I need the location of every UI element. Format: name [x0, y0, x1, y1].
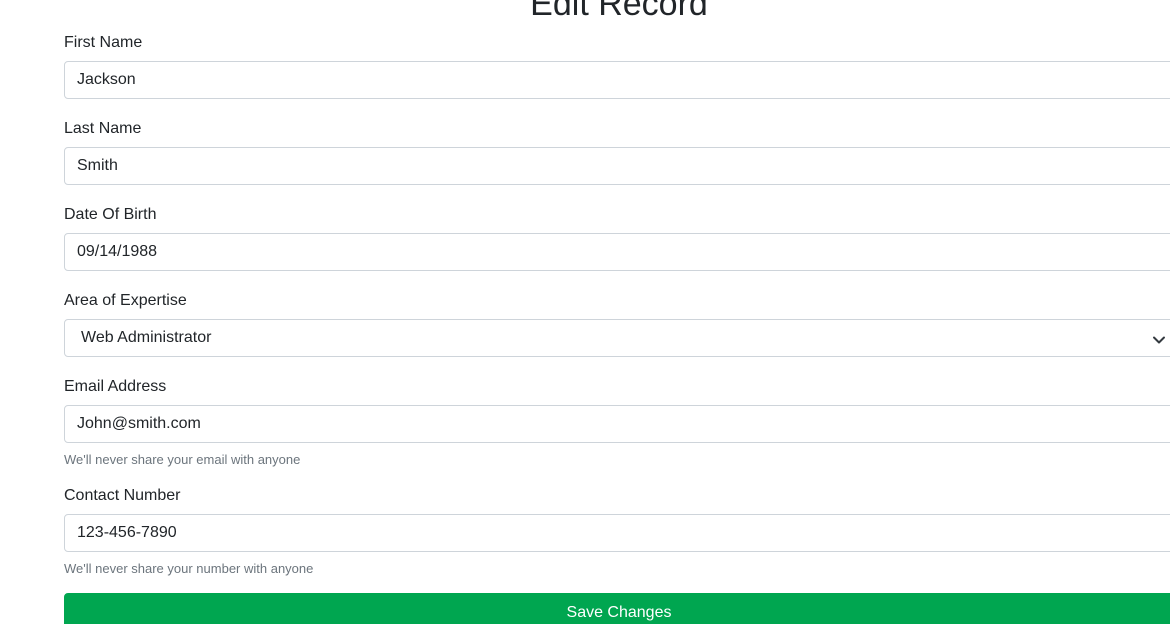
last-name-input[interactable]: [64, 147, 1170, 185]
email-label: Email Address: [64, 378, 167, 395]
save-changes-button[interactable]: Save Changes: [64, 593, 1170, 624]
area-of-expertise-group: Area of Expertise Web Administrator: [64, 291, 1170, 357]
date-of-birth-label: Date Of Birth: [64, 206, 157, 223]
contact-number-input[interactable]: [64, 514, 1170, 552]
contact-number-group: Contact Number We'll never share your nu…: [64, 486, 1170, 576]
chevron-down-icon[interactable]: [1152, 333, 1166, 347]
contact-number-label: Contact Number: [64, 487, 181, 504]
page-title: Edit Record: [530, 0, 708, 23]
first-name-input[interactable]: [64, 61, 1170, 99]
date-of-birth-input[interactable]: [64, 233, 1170, 271]
area-of-expertise-label: Area of Expertise: [64, 292, 187, 309]
email-input[interactable]: [64, 405, 1170, 443]
area-of-expertise-selected-value: Web Administrator: [81, 329, 212, 346]
area-of-expertise-select[interactable]: Web Administrator: [64, 319, 1170, 357]
last-name-label: Last Name: [64, 120, 142, 137]
email-group: Email Address We'll never share your ema…: [64, 377, 1170, 467]
edit-record-page: Edit Record First Name Last Name Date Of…: [0, 0, 1170, 624]
first-name-group: First Name: [64, 33, 1170, 99]
first-name-label: First Name: [64, 34, 143, 51]
contact-number-help-text: We'll never share your number with anyon…: [64, 561, 314, 576]
last-name-group: Last Name: [64, 119, 1170, 185]
email-help-text: We'll never share your email with anyone: [64, 452, 301, 467]
date-of-birth-group: Date Of Birth: [64, 205, 1170, 271]
